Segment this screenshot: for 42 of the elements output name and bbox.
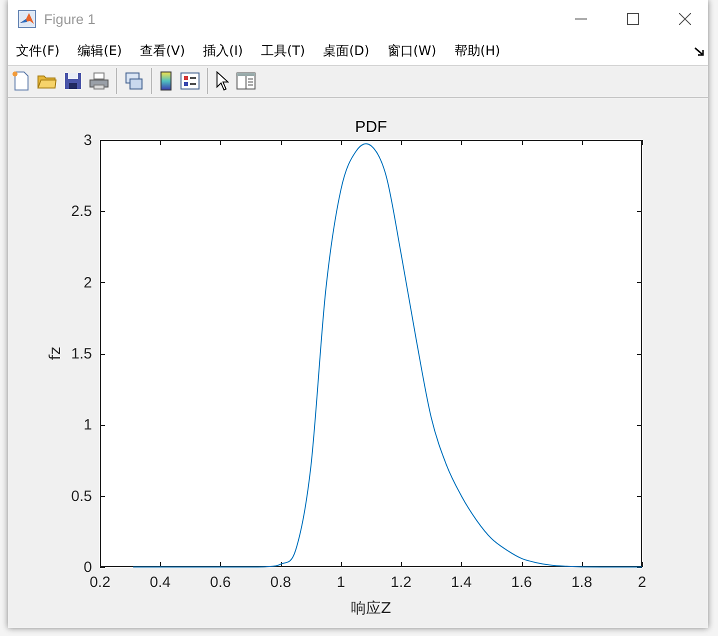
linked-windows-icon[interactable] [124, 71, 144, 92]
menu-item[interactable]: 插入(I) [203, 42, 244, 60]
menu-item[interactable]: 编辑(E) [78, 42, 122, 60]
arrow-icon[interactable] [694, 46, 704, 56]
printer-icon[interactable] [89, 72, 109, 90]
legend-icon[interactable] [180, 72, 200, 90]
x-tick-label: 0.4 [150, 574, 171, 591]
menu-item[interactable]: 桌面(D) [323, 42, 370, 60]
y-axis-label: fz [46, 346, 64, 360]
x-tick-label: 0.2 [90, 574, 110, 591]
menu-item[interactable]: 帮助(H) [454, 42, 500, 60]
save-icon[interactable] [64, 72, 82, 90]
app-icon [18, 10, 36, 28]
close-icon [679, 13, 691, 25]
panel-icon[interactable] [236, 72, 256, 90]
x-axis-label: 响应Z [350, 599, 392, 617]
x-tick-label: 1.4 [450, 574, 472, 591]
x-tick-label: 0.8 [270, 574, 292, 591]
y-tick-label: 2 [84, 274, 92, 292]
colorbar-icon[interactable] [159, 71, 173, 92]
y-tick-label: 0.5 [71, 488, 92, 505]
chart-title: PDF [355, 119, 387, 136]
y-tick-label: 2.5 [71, 203, 92, 220]
y-tick-label: 0 [84, 559, 92, 576]
x-tick-label: 1.8 [571, 574, 592, 591]
y-tick-label: 3 [84, 132, 92, 149]
x-tick-label: 1 [336, 574, 346, 591]
x-tick-label: 1.6 [511, 574, 532, 591]
minimize-icon [575, 18, 587, 20]
menu-item[interactable]: 文件(F) [16, 42, 60, 60]
x-tick-label: 1.2 [390, 574, 412, 591]
window-title: Figure 1 [44, 11, 96, 27]
x-tick-label: 2 [638, 574, 646, 591]
pointer-icon[interactable] [215, 71, 229, 92]
new-file-icon[interactable] [12, 71, 30, 92]
x-tick-label: 0.6 [210, 574, 231, 591]
maximize-icon [627, 13, 639, 25]
y-tick-label: 1.5 [71, 346, 92, 362]
y-tick-label: 1 [84, 416, 92, 434]
menu-item[interactable]: 查看(V) [140, 42, 186, 60]
menu-item[interactable]: 窗口(W) [387, 42, 436, 60]
menu-item[interactable]: 工具(T) [261, 42, 306, 60]
